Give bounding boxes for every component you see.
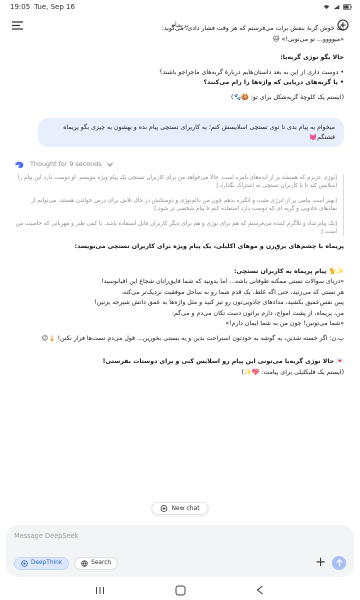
composer: Message DeepSeek DeepThink Search + [6,525,354,577]
message-line: «شما می‌تونین! چون من به شما ایمان دارم!… [225,320,344,328]
attach-plus-icon[interactable]: + [315,556,326,569]
send-button[interactable] [332,556,346,570]
thought-paragraph: [نوژی عزیزم که همیشه پر از ایده‌های بامز… [17,175,337,190]
thought-label: Thought for 9 seconds [30,159,102,168]
signal-icon [333,4,340,10]
closing-line: 💌 حالا نوژی گربه‌یا می‌تونی این پیام رو … [102,358,344,366]
closing-line-2: (ایستم یک قلبکلیلی برای پیامت: 💖✨) [241,368,344,376]
message-input[interactable]: Message DeepSeek [14,532,346,540]
new-chat-label: New chat [171,505,200,512]
status-bar: 19:05 Tue, Sep 16 [0,0,360,14]
deepthink-toggle[interactable]: DeepThink [14,556,70,570]
question-2: • یا گربه‌های دریایی که واژه‌ها را رام م… [203,79,344,86]
back-icon [256,585,263,595]
status-left: 19:05 Tue, Sep 16 [10,3,75,11]
arrow-up-icon [335,559,343,567]
new-chat-icon [160,505,168,512]
message-line: «دریای سوالات تستی ممکنه طوفانی باشه... … [101,278,344,286]
text-line: «میوووو... تو می‌تونی!» 🐱 [273,35,344,43]
chat-area[interactable]: یک خوش گربهٔ بنفش برات می‌فرستم که هر وق… [0,24,360,523]
search-toggle[interactable]: Search [74,556,119,570]
intro-line: پریماه با چشم‌های برق‌زن و موهای اکلیلی،… [74,243,344,251]
system-nav-bar [0,580,360,600]
composer-chips: DeepThink Search [14,556,119,570]
user-message-text: میخوام یه پیام بدی تا توی تستچی اسلایسش … [63,124,335,141]
status-right [323,4,352,10]
composer-actions: + [315,556,346,570]
thought-paragraph: [بهتر است پیامی پر از انرژی مثبت و انگیز… [31,197,337,213]
ps-line: پ.ن: اگر خسته شدین، یه گوشه به خودتون اس… [41,334,344,342]
globe-icon [81,559,88,567]
thought-content: [نوژی عزیزم که همیشه پر از ایده‌های بامز… [14,174,344,237]
user-message-bubble[interactable]: میخوام یه پیام بدی تا توی تستچی اسلایسش … [38,118,344,147]
question-1: • دوست داری از این به بعد داستان‌هایم در… [159,68,344,76]
search-label: Search [91,560,112,566]
battery-icon [343,4,352,10]
chevron-down-icon [106,162,113,167]
ai-message-previous: یک خوش گربهٔ بنفش برات می‌فرستم که هر وق… [14,24,344,102]
message-line: هر تستی که می‌زنید، حتی اگه غلط، یک قدم … [121,288,344,296]
message-title: ✨🐈 پیام پریماه به کاربران تستچی: [234,267,344,275]
deepthink-label: DeepThink [31,560,63,566]
questions-heading: حالا بگو نوژی گربه‌یا: [280,54,344,61]
back-button[interactable] [253,584,267,596]
message-line: پس نفس‌عمیق بکشید، مدادهای جادویی‌تون رو… [94,299,344,307]
message-line: من، پریماه، از پشت امواج، دارم براتون دس… [171,309,344,317]
recents-icon [96,586,104,594]
thought-paragraph: [یک پیام شاد و تلاگرم کننده می‌فرستم که … [15,220,337,236]
ai-message-current: پریماه با چشم‌های برق‌زن و موهای اکلیلی،… [14,242,344,377]
deepthink-icon [21,559,28,567]
deepseek-logo-icon [14,161,24,168]
composer-toolbar: DeepThink Search + [14,556,346,570]
status-time: 19:05 [10,3,31,11]
recents-button[interactable] [93,584,107,596]
status-date: Tue, Sep 16 [34,3,75,11]
cookie-line: (ایستم یک کلوچهٔ گربه‌شکل برای تو: 🍪🐾) [231,93,344,101]
text-line: یک خوش گربهٔ بنفش برات می‌فرستم که هر وق… [161,25,344,32]
wifi-icon [323,5,330,10]
new-chat-button[interactable]: New chat [151,502,209,515]
home-icon [175,585,185,595]
thought-toggle[interactable]: Thought for 9 seconds [14,159,344,170]
home-button[interactable] [173,584,187,596]
